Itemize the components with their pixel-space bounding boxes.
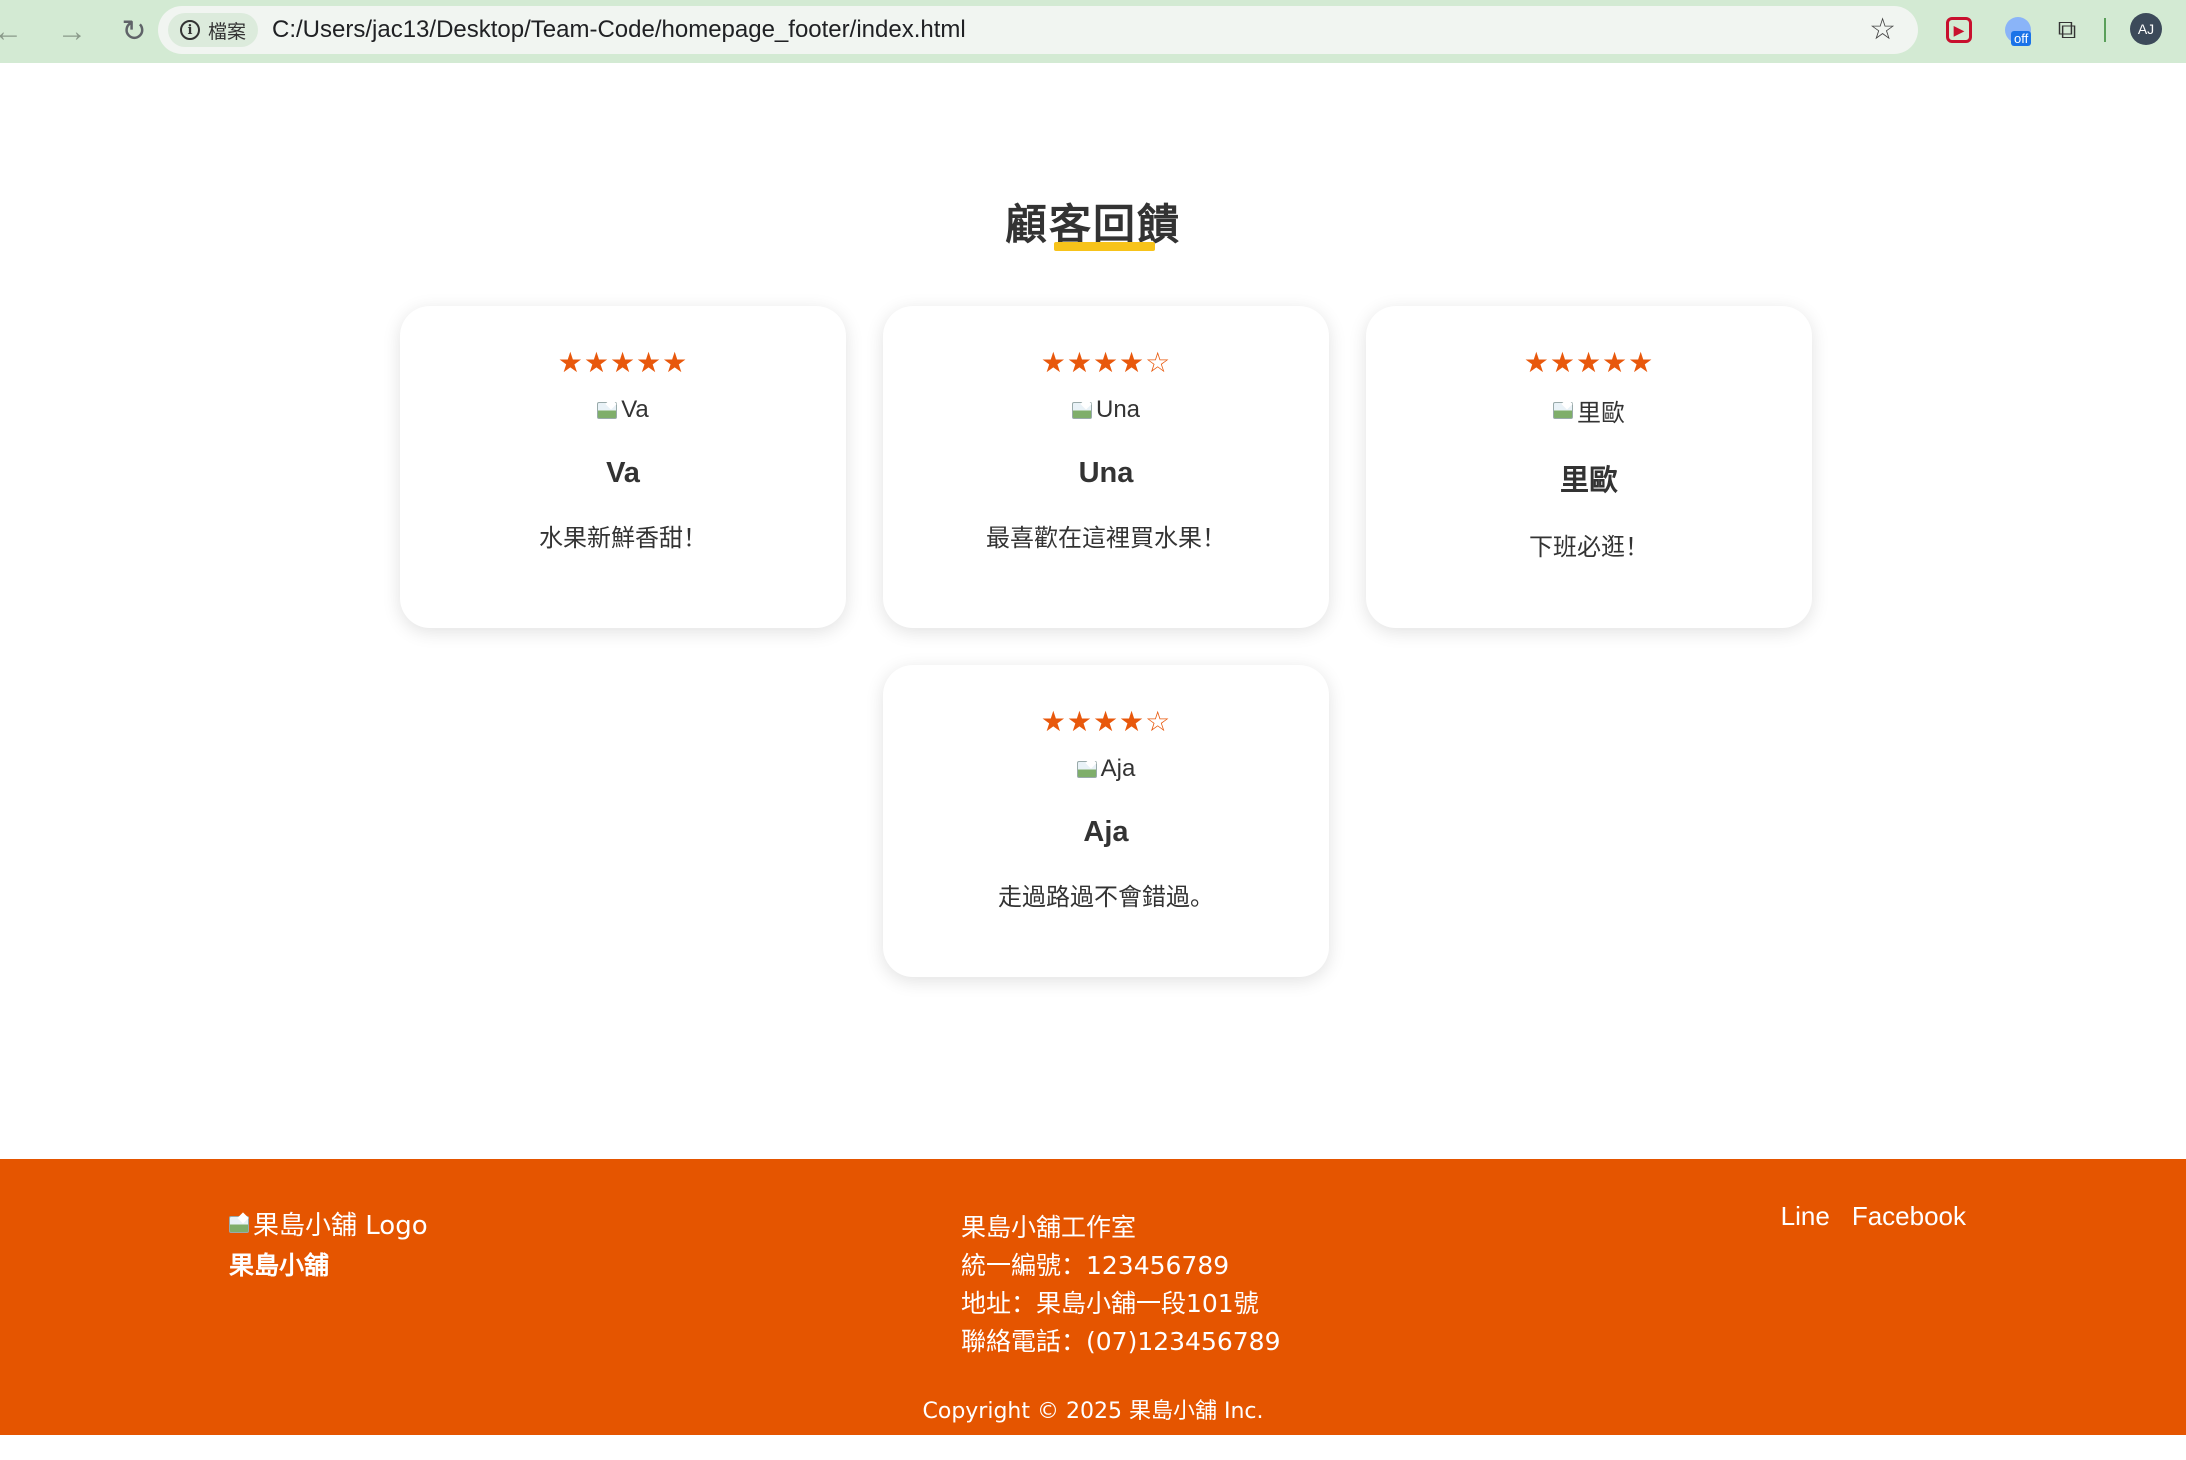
company-phone: 聯絡電話：(07)123456789 [961, 1327, 1281, 1356]
review-text: 下班必逛！ [1529, 533, 1649, 561]
footer-copyright: Copyright © 2025 果島小舖 Inc. [922, 1399, 1264, 1424]
facebook-link[interactable]: Facebook [1852, 1201, 1966, 1232]
site-footer: 果島小舖 Logo 果島小舖 果島小舖工作室 統一編號：123456789 地址… [0, 1159, 2186, 1435]
reviewer-photo: Aja [883, 752, 1329, 786]
footer-social-links: Line Facebook [1781, 1201, 1966, 1232]
footer-logo-alt: 果島小舖 Logo [253, 1211, 428, 1241]
rating-stars: ★★★★★ [557, 346, 689, 379]
footer-logo[interactable]: 果島小舖 Logo [229, 1205, 428, 1242]
reviewer-photo: Va [400, 393, 846, 427]
company-name: 果島小舖工作室 [961, 1213, 1137, 1242]
back-arrow-icon[interactable]: ← [0, 10, 30, 54]
site-info-chip[interactable]: i 檔案 [168, 13, 259, 47]
rating-stars: ★★★★★ [1523, 346, 1655, 379]
reviewer-photo-alt: Una [1095, 396, 1141, 423]
broken-image-icon [229, 1214, 249, 1234]
reviewer-photo-alt: Va [621, 396, 649, 423]
rating-stars: ★★★★☆ [1040, 705, 1172, 738]
review-card: ★★★★★ Va Va 水果新鮮香甜！ [400, 306, 846, 628]
site-chip-label: 檔案 [208, 21, 247, 43]
review-card: ★★★★★ 里歐 里歐 下班必逛！ [1366, 306, 1812, 628]
line-link[interactable]: Line [1781, 1201, 1830, 1232]
review-text: 水果新鮮香甜！ [539, 524, 707, 552]
profile-avatar[interactable]: AJ [2130, 13, 2162, 45]
broken-image-icon [597, 400, 618, 420]
toolbar-divider [2104, 18, 2106, 42]
title-underline [1054, 242, 1155, 251]
footer-company-info: 果島小舖工作室 統一編號：123456789 地址：果島小舖一段101號 聯絡電… [961, 1209, 1280, 1361]
reviewer-name: Una [1078, 457, 1134, 489]
review-text: 最喜歡在這裡買水果！ [986, 524, 1226, 552]
reviewer-photo: Una [883, 393, 1329, 427]
reviewer-name: Va [606, 457, 640, 489]
info-icon: i [180, 20, 200, 40]
broken-image-icon [1076, 759, 1097, 779]
extensions-puzzle-icon[interactable]: ⧉ [2052, 13, 2082, 47]
review-card: ★★★★☆ Aja Aja 走過路過不會錯過。 [883, 665, 1329, 977]
footer-brand-name: 果島小舖 [229, 1251, 330, 1280]
reviewer-name: Aja [1083, 816, 1129, 848]
url-text[interactable]: C:/Users/jac13/Desktop/Team-Code/homepag… [272, 16, 966, 44]
reviewer-photo-alt: Aja [1100, 755, 1136, 782]
review-card: ★★★★☆ Una Una 最喜歡在這裡買水果！ [883, 306, 1329, 628]
address-bar[interactable]: i 檔案 C:/Users/jac13/Desktop/Team-Code/ho… [158, 6, 1918, 54]
reviewer-name: 里歐 [1559, 465, 1618, 497]
browser-toolbar: ← → ↻ i 檔案 C:/Users/jac13/Desktop/Team-C… [0, 0, 2186, 63]
reviewer-photo-alt: 里歐 [1577, 399, 1625, 427]
bookmark-star-icon[interactable]: ☆ [1869, 12, 1896, 47]
company-address: 地址：果島小舖一段101號 [961, 1289, 1259, 1318]
broken-image-icon [1071, 400, 1092, 420]
globe-icon: off [2005, 17, 2032, 46]
review-text: 走過路過不會錯過。 [998, 883, 1214, 911]
broken-image-icon [1553, 400, 1573, 420]
reload-icon[interactable]: ↻ [112, 10, 156, 54]
extension-red-icon[interactable]: ▶ [1946, 17, 1972, 43]
extension-off-icon[interactable]: off [2002, 13, 2034, 47]
tax-id: 統一編號：123456789 [961, 1251, 1230, 1280]
forward-arrow-icon[interactable]: → [50, 10, 94, 54]
reviewer-photo: 里歐 [1366, 393, 1812, 427]
rating-stars: ★★★★☆ [1040, 346, 1172, 379]
extension-off-badge: off [2011, 31, 2032, 46]
